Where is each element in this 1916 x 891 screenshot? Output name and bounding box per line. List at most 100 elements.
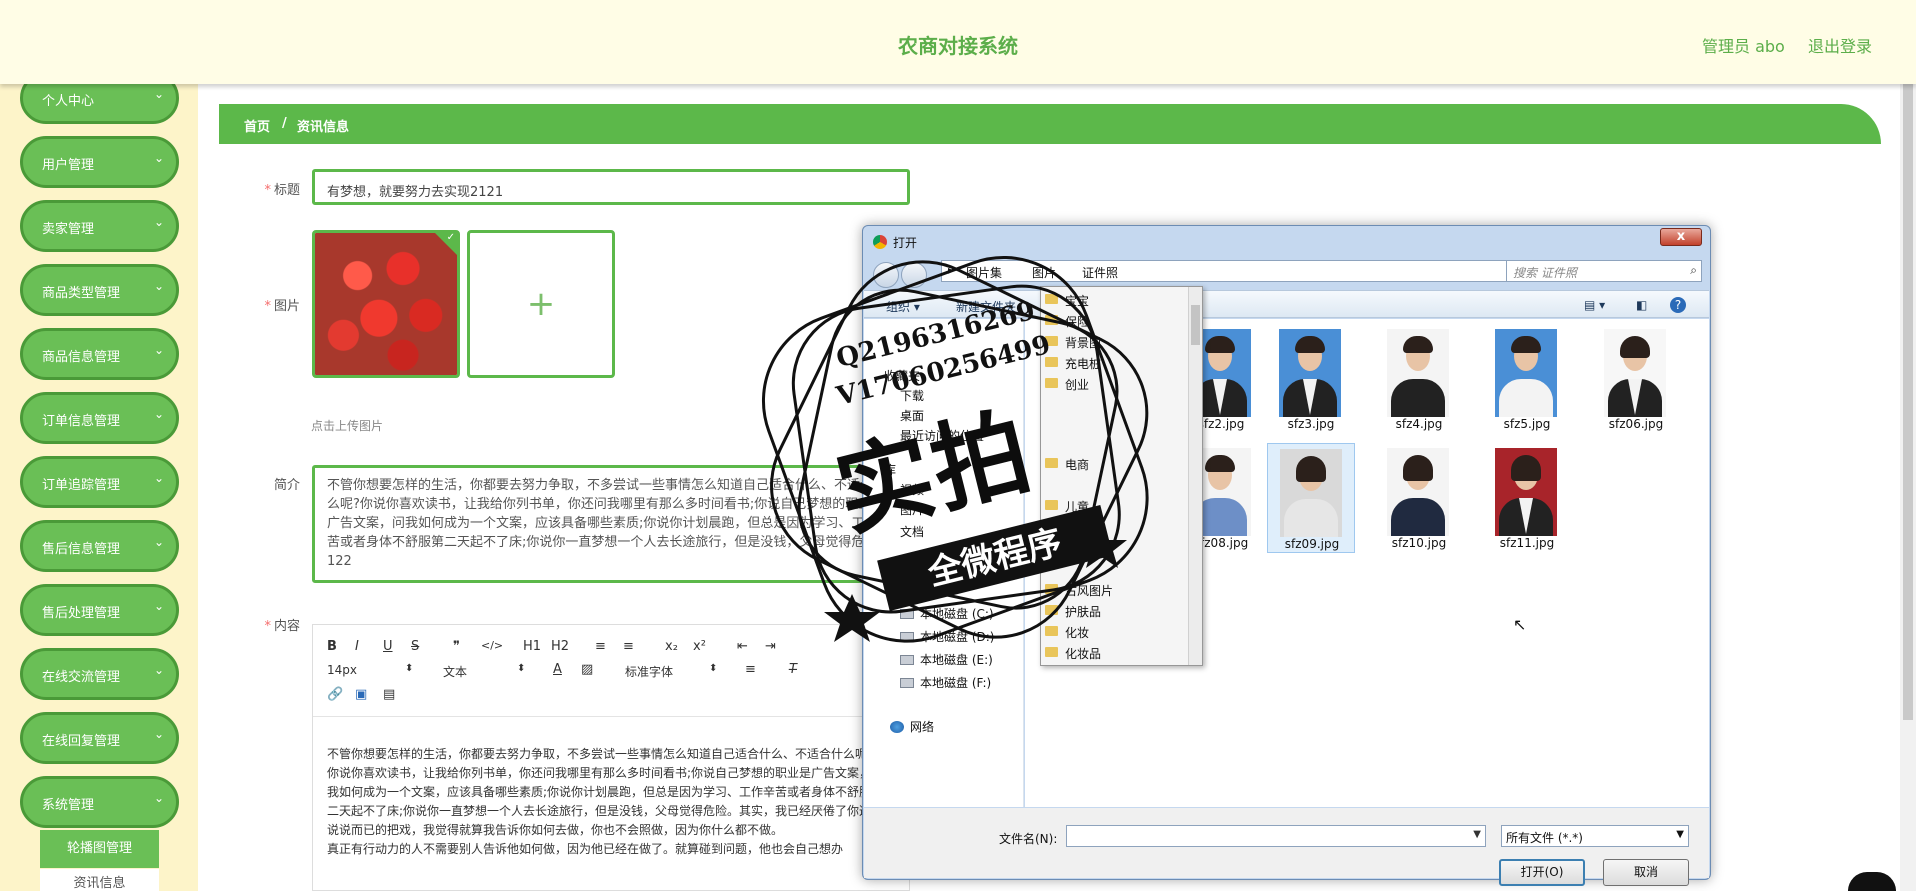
back-button[interactable] — [873, 262, 899, 288]
title-input[interactable]: 有梦想，就要努力去实现2121 — [312, 169, 910, 205]
nav-network[interactable]: 网络 — [890, 718, 934, 735]
font-size-select[interactable]: 14px — [327, 663, 357, 677]
folder-menu-item[interactable]: 充电桩 — [1041, 352, 1187, 373]
sidebar-item-sellers[interactable]: 卖家管理 ⌄ — [20, 200, 179, 252]
strike-button[interactable]: S — [411, 639, 419, 654]
underline-button[interactable]: U — [383, 639, 393, 654]
subscript-button[interactable]: x₂ — [665, 639, 678, 654]
folder-menu-item[interactable]: 古风图片 — [1041, 579, 1187, 600]
file-item[interactable]: sfz11.jpg — [1483, 443, 1571, 553]
close-button[interactable]: x — [1660, 228, 1702, 246]
chevron-down-icon: ⌄ — [153, 791, 164, 805]
address-segment-pictures[interactable]: 图片集 — [966, 264, 1002, 281]
cancel-button[interactable]: 取消 — [1603, 859, 1689, 886]
sidebar-item-order-tracking[interactable]: 订单追踪管理 ⌄ — [20, 456, 179, 508]
folder-menu-item[interactable]: 化妆 — [1041, 621, 1187, 642]
folder-menu-item[interactable]: 宝宝 — [1041, 289, 1187, 310]
folder-menu-item[interactable]: 创业 — [1041, 373, 1187, 394]
italic-button[interactable]: I — [355, 639, 359, 654]
nav-drive-c[interactable]: 本地磁盘 (C:) — [900, 605, 994, 622]
sidebar-item-aftersale-info[interactable]: 售后信息管理 ⌄ — [20, 520, 179, 572]
address-segment-idphotos[interactable]: 证件照 — [1082, 264, 1118, 281]
h2-button[interactable]: H2 — [551, 639, 569, 654]
nav-drive-f[interactable]: 本地磁盘 (F:) — [900, 674, 991, 691]
sidebar-item-online-chat[interactable]: 在线交流管理 ⌄ — [20, 648, 179, 700]
file-item[interactable]: sfz10.jpg — [1375, 443, 1463, 553]
sidebar-item-online-reply[interactable]: 在线回复管理 ⌄ — [20, 712, 179, 764]
outdent-button[interactable]: ⇤ — [737, 639, 748, 654]
file-item[interactable]: sfz5.jpg — [1483, 324, 1571, 434]
sidebar-subitem-carousel[interactable]: 轮播图管理 — [40, 830, 159, 868]
folder-icon — [1045, 500, 1058, 510]
file-item[interactable]: sfz4.jpg — [1375, 324, 1463, 434]
text-style-select[interactable]: 文本 — [443, 663, 467, 680]
dropdown-arrow-icon[interactable]: ▼ — [1473, 829, 1481, 840]
background-color-icon[interactable]: ▨ — [581, 662, 593, 677]
file-item[interactable]: sfz06.jpg — [1592, 324, 1680, 434]
folder-menu-item[interactable]: 背景图 — [1041, 331, 1187, 352]
link-icon[interactable]: 🔗 — [327, 687, 343, 702]
folder-menu-item[interactable]: 保险 — [1041, 310, 1187, 331]
address-bar[interactable]: 图片集 图片 证件照 ▸ — [941, 260, 1526, 282]
image-icon[interactable]: ▣ — [355, 687, 367, 702]
admin-user-label[interactable]: 管理员 abo — [1702, 33, 1785, 57]
logout-link[interactable]: 退出登录 — [1808, 33, 1872, 57]
video-icon[interactable]: ▤ — [383, 687, 395, 702]
chevron-down-icon: ⌄ — [153, 471, 164, 485]
sidebar-item-profile[interactable]: 个人中心 ⌄ — [20, 84, 179, 124]
sidebar-item-aftersale-handling[interactable]: 售后处理管理 ⌄ — [20, 584, 179, 636]
add-image-button[interactable]: + — [467, 230, 615, 378]
sidebar-subitem-news[interactable]: 资讯信息 — [40, 869, 159, 891]
page-scrollbar[interactable] — [1900, 0, 1916, 891]
quote-button[interactable]: ❞ — [453, 639, 460, 654]
sidebar-item-goods-info[interactable]: 商品信息管理 ⌄ — [20, 328, 179, 380]
code-button[interactable]: </> — [481, 639, 503, 652]
filetype-select[interactable]: 所有文件 (*.*) ▼ — [1501, 825, 1689, 847]
image-label: * 图片 — [264, 299, 300, 314]
view-icon[interactable]: ▤ ▾ — [1584, 298, 1605, 312]
folder-menu-item[interactable]: 化妆品 — [1041, 642, 1187, 663]
sidebar-item-orders[interactable]: 订单信息管理 ⌄ — [20, 392, 179, 444]
uploaded-image[interactable]: ✓ — [312, 230, 460, 378]
address-segment-images[interactable]: 图片 — [1032, 264, 1056, 281]
h1-button[interactable]: H1 — [523, 639, 541, 654]
folder-menu-item[interactable]: 儿童 — [1041, 495, 1187, 516]
font-color-icon[interactable]: A — [553, 662, 562, 677]
align-icon[interactable]: ≡ — [745, 662, 756, 677]
file-item[interactable]: sfz3.jpg — [1267, 324, 1355, 434]
forward-button[interactable] — [901, 262, 927, 288]
indent-button[interactable]: ⇥ — [765, 639, 776, 654]
organize-button[interactable]: 组织 ▾ — [886, 298, 920, 315]
font-family-select[interactable]: 标准字体 — [625, 663, 673, 680]
open-button[interactable]: 打开(O) — [1499, 859, 1585, 886]
superscript-button[interactable]: x² — [693, 639, 706, 654]
nav-drive-e[interactable]: 本地磁盘 (E:) — [900, 651, 993, 668]
intro-label: 简介 — [273, 478, 300, 493]
ordered-list-button[interactable]: ≡ — [595, 639, 606, 654]
intro-textarea[interactable]: 不管你想要怎样的生活，你都要去努力争取，不多尝试一些事情怎么知道自己适合什么、不… — [312, 465, 910, 583]
sidebar-item-system[interactable]: 系统管理 ⌄ — [20, 776, 179, 828]
chevron-down-icon: ⌄ — [153, 343, 164, 357]
breadcrumb-home[interactable]: 首页 — [244, 116, 270, 135]
sidebar-item-goods-types[interactable]: 商品类型管理 ⌄ — [20, 264, 179, 316]
clear-format-icon[interactable]: T̶ — [789, 662, 797, 677]
file-item-selected[interactable]: sfz09.jpg — [1267, 443, 1355, 553]
help-icon[interactable]: ? — [1670, 297, 1686, 313]
menu-scrollbar[interactable] — [1188, 287, 1202, 665]
bullet-list-button[interactable]: ≡ — [623, 639, 634, 654]
folder-icon — [1045, 458, 1058, 468]
filename-input[interactable]: ▼ — [1066, 825, 1486, 847]
editor-content[interactable]: 不管你想要怎样的生活，你都要去努力争取，不多尝试一些事情怎么知道自己适合什么、不… — [327, 745, 887, 859]
folder-menu-item[interactable]: 电商 — [1041, 453, 1187, 474]
bold-button[interactable]: B — [327, 639, 337, 654]
sidebar-item-users[interactable]: 用户管理 ⌄ — [20, 136, 179, 188]
drive-icon — [900, 632, 914, 642]
search-input[interactable]: 搜索 证件照 ⌕ — [1506, 260, 1702, 282]
search-icon: ⌕ — [1690, 263, 1697, 277]
rich-text-editor[interactable]: B I U S ❞ </> H1 H2 ≡ ≡ x₂ x² ⇤ ⇥ 14px ⬍… — [312, 624, 910, 891]
preview-pane-icon[interactable]: ◧ — [1636, 298, 1647, 312]
chevron-down-icon: ⌄ — [153, 663, 164, 677]
folder-menu-item[interactable]: 护肤品 — [1041, 600, 1187, 621]
id-photo-thumbnail — [1387, 329, 1449, 417]
nav-drive-d[interactable]: 本地磁盘 (D:) — [900, 628, 994, 645]
